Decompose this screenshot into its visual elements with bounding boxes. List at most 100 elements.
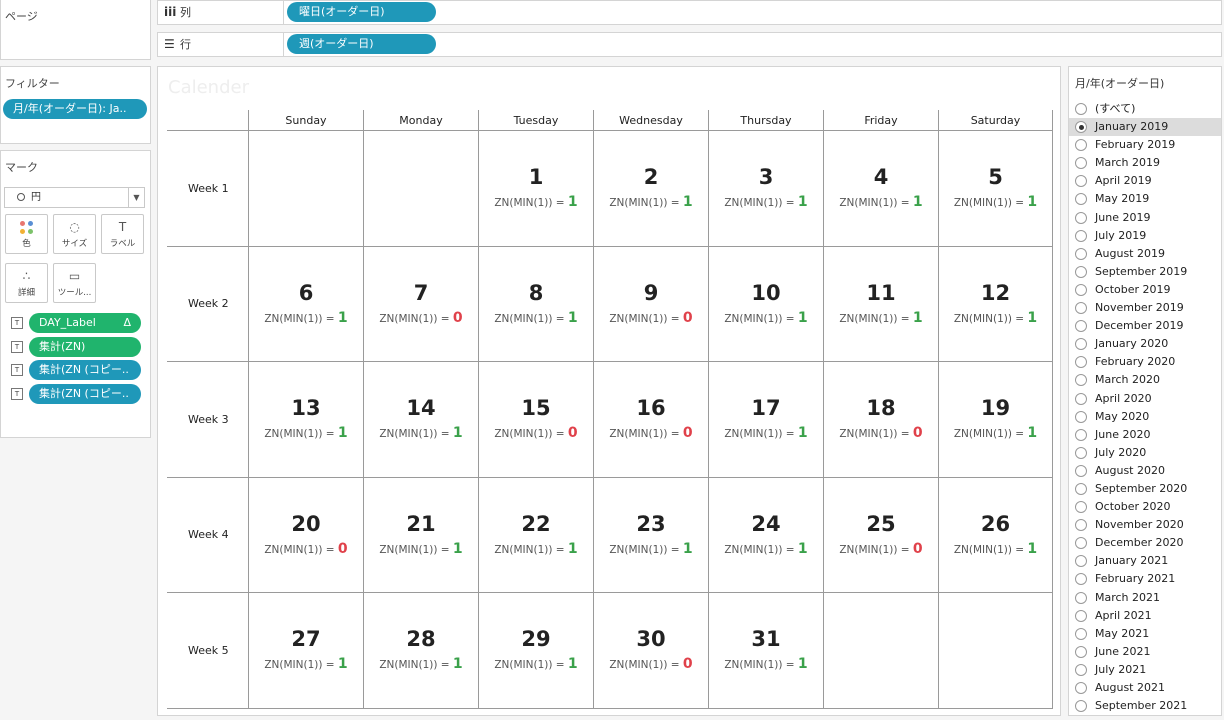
filter-option[interactable]: January 2019 [1069,118,1221,137]
radio-button[interactable] [1075,501,1087,514]
filter-option[interactable]: June 2020 [1069,426,1221,444]
radio-button[interactable] [1075,356,1087,369]
chevron-down-icon[interactable]: ▼ [128,188,144,207]
radio-button[interactable] [1075,700,1087,713]
filter-option[interactable]: August 2019 [1069,245,1221,263]
calendar-cell[interactable]: 5 ZN(MIN(1)) = 1 [938,131,1053,247]
filter-option[interactable]: April 2019 [1069,172,1221,190]
filter-option[interactable]: September 2020 [1069,480,1221,498]
filter-option[interactable]: February 2019 [1069,136,1221,154]
calendar-cell[interactable]: 29 ZN(MIN(1)) = 1 [478,593,593,709]
marks-field-pill[interactable]: 集計(ZN (コピー.. [29,360,141,380]
calendar-cell[interactable] [938,593,1053,709]
radio-button[interactable] [1075,591,1087,604]
filter-option[interactable]: August 2020 [1069,462,1221,480]
radio-button[interactable] [1075,410,1087,423]
filter-option[interactable]: September 2019 [1069,263,1221,281]
calendar-cell[interactable]: 6 ZN(MIN(1)) = 1 [248,246,363,362]
filter-option[interactable]: July 2021 [1069,661,1221,679]
calendar-cell[interactable]: 12 ZN(MIN(1)) = 1 [938,246,1053,362]
filter-option[interactable]: March 2019 [1069,154,1221,172]
calendar-cell[interactable]: 16 ZN(MIN(1)) = 0 [593,362,708,478]
calendar-cell[interactable]: 17 ZN(MIN(1)) = 1 [708,362,823,478]
filter-option[interactable]: April 2020 [1069,390,1221,408]
calendar-cell[interactable]: 4 ZN(MIN(1)) = 1 [823,131,938,247]
radio-button[interactable] [1075,175,1087,188]
filter-option[interactable]: May 2021 [1069,625,1221,643]
radio-button[interactable] [1075,609,1087,622]
calendar-cell[interactable]: 30 ZN(MIN(1)) = 0 [593,593,708,709]
calendar-cell[interactable]: 31 ZN(MIN(1)) = 1 [708,593,823,709]
radio-button[interactable] [1075,374,1087,387]
filter-option[interactable]: February 2020 [1069,353,1221,371]
calendar-cell[interactable]: 1 ZN(MIN(1)) = 1 [478,131,593,247]
filter-option[interactable]: July 2020 [1069,444,1221,462]
filter-option[interactable]: August 2021 [1069,679,1221,697]
calendar-cell[interactable]: 21 ZN(MIN(1)) = 1 [363,477,478,593]
radio-button[interactable] [1075,537,1087,550]
columns-pill[interactable]: 曜日(オーダー日) [287,2,436,22]
filter-option[interactable]: March 2020 [1069,371,1221,389]
radio-button[interactable] [1075,283,1087,296]
radio-button[interactable] [1075,555,1087,568]
filter-option[interactable]: April 2021 [1069,607,1221,625]
calendar-cell[interactable]: 18 ZN(MIN(1)) = 0 [823,362,938,478]
radio-button[interactable] [1075,247,1087,260]
filter-option[interactable]: January 2020 [1069,335,1221,353]
calendar-cell[interactable]: 20 ZN(MIN(1)) = 0 [248,477,363,593]
filter-option[interactable]: February 2021 [1069,570,1221,588]
filter-option[interactable]: December 2020 [1069,534,1221,552]
calendar-cell[interactable]: 11 ZN(MIN(1)) = 1 [823,246,938,362]
marks-field-pill[interactable]: 集計(ZN) [29,336,141,357]
calendar-cell[interactable]: 3 ZN(MIN(1)) = 1 [708,131,823,247]
calendar-cell[interactable]: 15 ZN(MIN(1)) = 0 [478,362,593,478]
calendar-cell[interactable]: 22 ZN(MIN(1)) = 1 [478,477,593,593]
filter-option[interactable]: June 2019 [1069,209,1221,227]
filter-pill[interactable]: 月/年(オーダー日): Ja.. [3,99,147,119]
marks-field-pill[interactable]: DAY_Label Δ [29,313,141,333]
radio-button[interactable] [1075,320,1087,333]
calendar-cell[interactable] [363,131,478,247]
calendar-cell[interactable]: 27 ZN(MIN(1)) = 1 [248,593,363,709]
mark-type-dropdown[interactable]: 円 ▼ [4,187,145,208]
filter-option[interactable]: May 2020 [1069,408,1221,426]
calendar-cell[interactable] [823,593,938,709]
filter-option[interactable]: January 2021 [1069,552,1221,570]
calendar-cell[interactable]: 19 ZN(MIN(1)) = 1 [938,362,1053,478]
filter-option[interactable]: September 2021 [1069,697,1221,715]
calendar-cell[interactable]: 14 ZN(MIN(1)) = 1 [363,362,478,478]
calendar-cell[interactable]: 26 ZN(MIN(1)) = 1 [938,477,1053,593]
calendar-cell[interactable] [248,131,363,247]
radio-button[interactable] [1075,139,1087,152]
filter-option[interactable]: December 2019 [1069,317,1221,335]
radio-button[interactable] [1075,265,1087,278]
color-dots-button[interactable]: 色 [5,214,48,254]
radio-button[interactable] [1075,663,1087,676]
detail-button[interactable]: ∴ 詳細 [5,263,48,303]
filter-option[interactable]: October 2020 [1069,498,1221,516]
radio-button[interactable] [1075,229,1087,242]
radio-button[interactable] [1075,627,1087,640]
label-button[interactable]: T ラベル [101,214,144,254]
radio-button[interactable] [1075,573,1087,586]
radio-button[interactable] [1075,645,1087,658]
calendar-cell[interactable]: 23 ZN(MIN(1)) = 1 [593,477,708,593]
radio-button[interactable] [1075,193,1087,206]
radio-button[interactable] [1075,392,1087,405]
filter-option[interactable]: June 2021 [1069,643,1221,661]
radio-button[interactable] [1075,482,1087,495]
filter-option[interactable]: (すべて) [1069,100,1221,118]
radio-button[interactable] [1075,157,1087,170]
radio-button[interactable] [1075,338,1087,351]
calendar-cell[interactable]: 24 ZN(MIN(1)) = 1 [708,477,823,593]
filter-option[interactable]: November 2020 [1069,516,1221,534]
filter-option[interactable]: October 2019 [1069,281,1221,299]
radio-button[interactable] [1075,302,1087,315]
radio-button[interactable] [1075,464,1087,477]
radio-button[interactable] [1075,682,1087,694]
radio-button[interactable] [1075,446,1087,459]
radio-button[interactable] [1075,103,1087,115]
filter-option[interactable]: May 2019 [1069,190,1221,208]
calendar-cell[interactable]: 2 ZN(MIN(1)) = 1 [593,131,708,247]
size-button[interactable]: ◌ サイズ [53,214,96,254]
